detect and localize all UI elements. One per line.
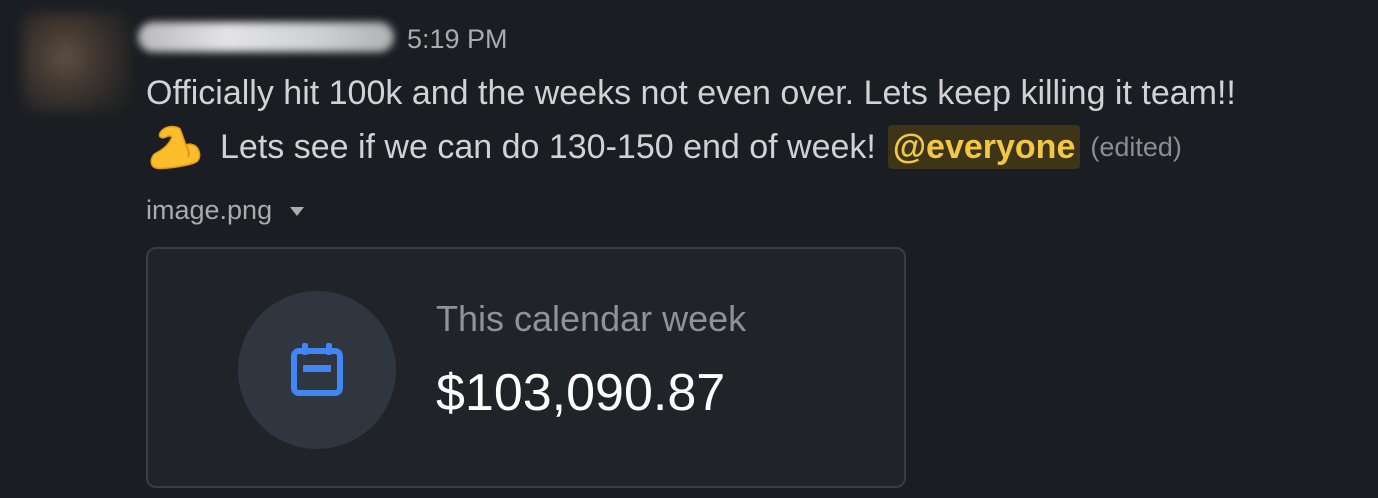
message-text: Lets see if we can do 130-150 end of wee… bbox=[220, 128, 876, 166]
card-label: This calendar week bbox=[436, 298, 747, 339]
flexed-biceps-emoji-icon bbox=[150, 125, 201, 170]
sender-name[interactable] bbox=[138, 22, 394, 52]
file-name[interactable]: image.png bbox=[146, 192, 272, 228]
image-attachment[interactable]: This calendar week $103,090.87 bbox=[146, 247, 906, 488]
card-value: $103,090.87 bbox=[436, 364, 726, 422]
message-timestamp[interactable]: 5:19 PM bbox=[407, 22, 508, 56]
avatar[interactable] bbox=[22, 12, 130, 112]
chat-message: 5:19 PM Officially hit 100k and the week… bbox=[0, 0, 1378, 498]
message-text-line2: Lets see if we can do 130-150 end of wee… bbox=[146, 123, 1182, 171]
mention-everyone[interactable]: @everyone bbox=[887, 125, 1081, 169]
message-text-line1: Officially hit 100k and the weeks not ev… bbox=[146, 74, 1236, 112]
edited-label: (edited) bbox=[1090, 132, 1182, 162]
chevron-down-icon[interactable] bbox=[290, 206, 305, 216]
calendar-icon bbox=[291, 343, 343, 396]
file-header: image.png bbox=[146, 192, 305, 228]
icon-circle bbox=[238, 291, 396, 449]
